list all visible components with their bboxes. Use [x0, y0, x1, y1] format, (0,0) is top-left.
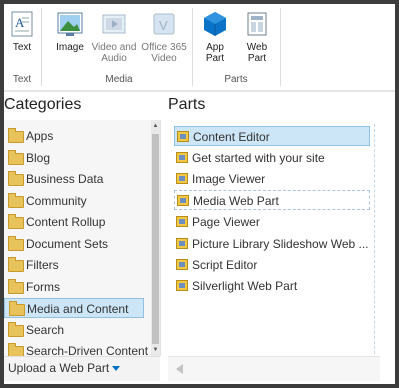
upload-web-part-label: Upload a Web Part — [8, 361, 110, 375]
parts-group-label: Parts — [224, 74, 248, 85]
image-icon — [56, 10, 84, 38]
category-item[interactable]: Content Rollup — [4, 212, 144, 232]
app-part-icon — [201, 10, 229, 38]
web-part-item-icon — [176, 259, 188, 270]
part-item-selected[interactable]: Content Editor — [174, 126, 370, 146]
scrollbar-thumb[interactable] — [152, 134, 159, 344]
part-item[interactable]: Media Web Part — [174, 190, 370, 210]
image-button-label: Image — [56, 42, 84, 53]
upload-web-part-button[interactable]: Upload a Web Part — [4, 356, 160, 381]
folder-icon — [8, 171, 24, 186]
folder-icon — [8, 322, 24, 337]
web-part-item-icon — [176, 280, 188, 291]
web-part-icon — [243, 10, 271, 38]
category-item-selected[interactable]: Media and Content — [4, 298, 144, 318]
media-group-label: Media — [105, 74, 133, 85]
category-item[interactable]: Search-Driven Content — [4, 341, 148, 356]
folder-icon — [8, 128, 24, 143]
web-part-item-icon — [177, 195, 189, 206]
ribbon-underline — [4, 90, 395, 92]
folder-icon — [8, 150, 24, 165]
video-audio-label: Video and Audio — [91, 42, 137, 64]
web-part-button[interactable]: Web Part — [240, 10, 274, 64]
categories-title: Categories — [4, 96, 82, 113]
scroll-up-icon[interactable]: ▲ — [152, 121, 159, 131]
categories-list: Apps Blog Business Data Community Conten… — [4, 120, 161, 356]
folder-icon — [8, 257, 24, 272]
part-item[interactable]: Picture Library Slideshow Web ... — [174, 234, 370, 254]
parts-title: Parts — [168, 96, 206, 113]
divider — [374, 124, 375, 364]
category-item[interactable]: Apps — [4, 126, 144, 146]
folder-icon — [8, 343, 24, 356]
web-part-label: Web Part — [246, 42, 268, 64]
part-item[interactable]: Script Editor — [174, 255, 370, 275]
category-item[interactable]: Document Sets — [4, 234, 144, 254]
office365-video-label: Office 365 Video — [141, 42, 187, 64]
text-group-label: Text — [12, 74, 32, 85]
folder-icon — [8, 279, 24, 294]
web-part-picker: A Text Text Image Video and Audio V Offi… — [0, 0, 399, 388]
chevron-down-icon — [112, 366, 120, 371]
part-item[interactable]: Silverlight Web Part — [174, 276, 370, 296]
text-icon: A — [8, 10, 36, 38]
back-arrow-icon[interactable] — [176, 364, 183, 374]
category-item[interactable]: Community — [4, 191, 144, 211]
web-part-item-icon — [177, 131, 189, 142]
folder-icon — [9, 301, 25, 316]
divider — [280, 8, 281, 86]
part-item[interactable]: Page Viewer — [174, 212, 370, 232]
office365-video-button[interactable]: V Office 365 Video — [140, 10, 188, 64]
folder-icon — [8, 236, 24, 251]
text-button-label: Text — [12, 42, 32, 53]
video-audio-icon — [100, 10, 128, 38]
divider — [41, 8, 42, 86]
folder-icon — [8, 193, 24, 208]
ribbon: A Text Text Image Video and Audio V Offi… — [4, 4, 395, 91]
app-part-label: App Part — [205, 42, 225, 64]
category-item[interactable]: Filters — [4, 255, 144, 275]
category-item[interactable]: Search — [4, 320, 144, 340]
svg-text:V: V — [159, 18, 168, 33]
web-part-item-icon — [176, 173, 188, 184]
parts-footer — [168, 356, 380, 381]
video-audio-button[interactable]: Video and Audio — [90, 10, 138, 64]
web-part-item-icon — [176, 152, 188, 163]
office365-video-icon: V — [150, 10, 178, 38]
web-part-item-icon — [176, 216, 188, 227]
text-button[interactable]: A Text — [8, 10, 36, 53]
scroll-down-icon[interactable]: ▼ — [152, 345, 159, 355]
image-button[interactable]: Image — [52, 10, 88, 53]
category-item[interactable]: Blog — [4, 148, 144, 168]
part-item[interactable]: Get started with your site — [174, 148, 370, 168]
divider — [192, 8, 193, 86]
parts-list: Content Editor Get started with your sit… — [168, 120, 380, 356]
category-item[interactable]: Forms — [4, 277, 144, 297]
folder-icon — [8, 214, 24, 229]
app-part-button[interactable]: App Part — [198, 10, 232, 64]
part-item[interactable]: Image Viewer — [174, 169, 370, 189]
category-item[interactable]: Business Data — [4, 169, 144, 189]
web-part-item-icon — [176, 238, 188, 249]
